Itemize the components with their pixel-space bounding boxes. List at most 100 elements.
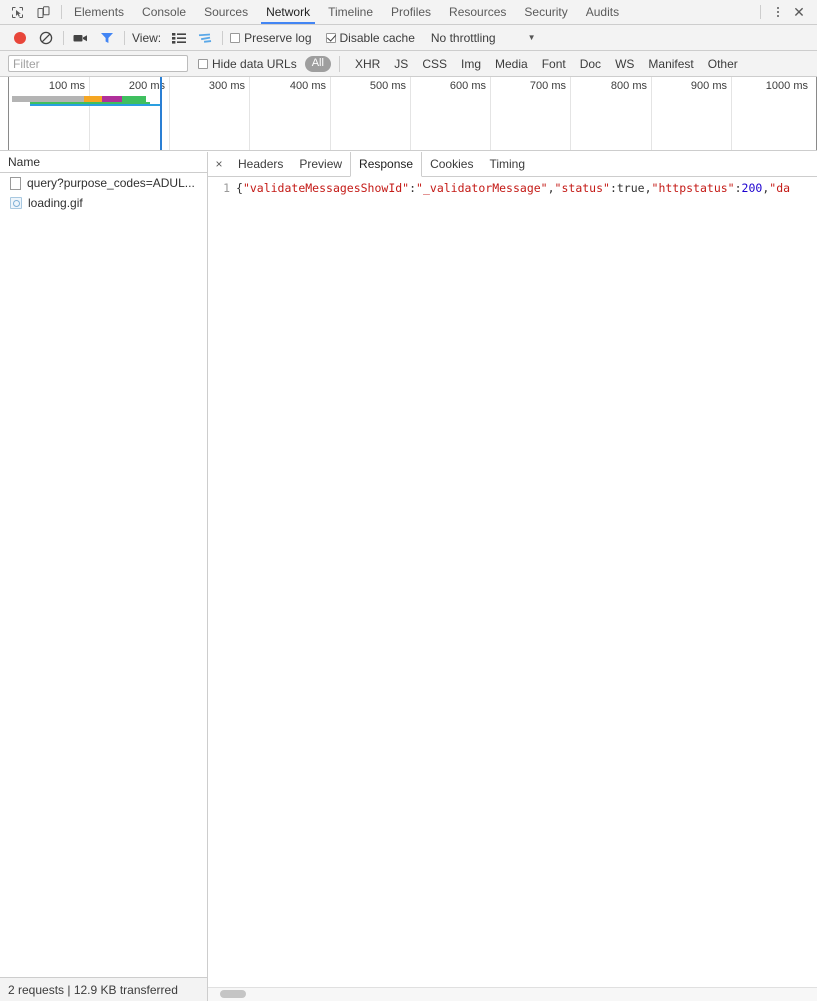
preserve-log-checkbox[interactable]: Preserve log: [230, 31, 312, 45]
tab-resources[interactable]: Resources: [440, 0, 515, 24]
kebab-menu-icon[interactable]: [769, 1, 787, 23]
filter-type-font[interactable]: Font: [542, 57, 566, 71]
hide-data-urls-box: [198, 58, 208, 69]
response-horizontal-scrollbar[interactable]: [208, 987, 817, 1001]
response-json-text: {"validateMessagesShowId":"_validatorMes…: [236, 180, 790, 196]
detail-tab-headers[interactable]: Headers: [230, 152, 291, 176]
overview-tick-900ms: 900 ms: [690, 80, 727, 92]
overview-left-edge: [8, 77, 9, 150]
waterfall-view-icon[interactable]: [193, 27, 217, 49]
request-row-loading-gif[interactable]: loading.gif: [0, 193, 207, 213]
request-row-query[interactable]: query?purpose_codes=ADUL...: [0, 173, 207, 193]
tab-security-label: Security: [524, 5, 568, 19]
overview-tick-200ms: 200 ms: [128, 80, 165, 92]
request-list-header[interactable]: Name: [0, 152, 207, 173]
overview-gridline: [570, 77, 571, 150]
filter-funnel-icon[interactable]: [95, 27, 119, 49]
json-token-key: "status": [554, 181, 610, 195]
detail-tabbar: × Headers Preview Response Cookies Timin…: [208, 152, 817, 177]
filter-divider: [338, 55, 340, 72]
tab-profiles-label: Profiles: [391, 5, 432, 19]
overview-tick-800ms: 800 ms: [610, 80, 647, 92]
clear-icon[interactable]: [34, 27, 58, 49]
network-toolbar: View: Preserve log Disable cache No thro…: [0, 25, 817, 51]
hide-data-urls-label: Hide data URLs: [212, 56, 297, 71]
json-token-punct: :: [734, 181, 742, 195]
throttling-dropdown[interactable]: No throttling ▼: [431, 31, 536, 45]
tab-profiles[interactable]: Profiles: [382, 0, 440, 24]
filter-type-other[interactable]: Other: [708, 57, 738, 71]
filter-bar: Hide data URLs All XHR JS CSS Img Media …: [0, 51, 817, 77]
filter-type-media[interactable]: Media: [495, 57, 528, 71]
detail-tab-response[interactable]: Response: [350, 152, 423, 177]
detail-close-icon[interactable]: ×: [208, 152, 230, 176]
list-view-icon[interactable]: [167, 27, 191, 49]
json-token-punct: ,: [547, 181, 555, 195]
tab-audits-label: Audits: [585, 5, 620, 19]
json-token-punct: ,: [644, 181, 652, 195]
json-token-punct: :: [609, 181, 617, 195]
chevron-down-icon: ▼: [527, 33, 536, 42]
json-token-key: "validateMessagesShowId": [242, 181, 410, 195]
json-token-key: "httpstatus": [651, 181, 735, 195]
close-icon[interactable]: ✕: [789, 1, 809, 23]
filter-input[interactable]: [8, 55, 188, 72]
column-header-name: Name: [8, 155, 41, 169]
detail-tab-response-label: Response: [359, 156, 414, 171]
panel-tabs: Elements Console Sources Network Timelin…: [65, 0, 754, 24]
tabbar-left-icons: [0, 0, 58, 24]
inspect-cursor-icon[interactable]: [6, 1, 28, 23]
tab-network-label: Network: [266, 5, 311, 19]
filter-type-img[interactable]: Img: [461, 57, 481, 71]
disable-cache-checkbox[interactable]: Disable cache: [325, 31, 415, 45]
scrollbar-thumb[interactable]: [220, 990, 246, 998]
filter-type-js[interactable]: JS: [394, 57, 408, 71]
filter-type-ws[interactable]: WS: [615, 57, 634, 71]
tab-elements[interactable]: Elements: [65, 0, 133, 24]
device-toolbar-icon[interactable]: [32, 1, 54, 23]
filter-type-css[interactable]: CSS: [422, 57, 447, 71]
tab-console[interactable]: Console: [133, 0, 195, 24]
request-name: loading.gif: [28, 196, 83, 210]
tab-security[interactable]: Security: [515, 0, 576, 24]
detail-tab-preview-label: Preview: [299, 157, 343, 171]
document-icon: [10, 176, 21, 190]
overview-gridline: [410, 77, 411, 150]
overview-tick-100ms: 100 ms: [48, 80, 85, 92]
tab-sources[interactable]: Sources: [195, 0, 257, 24]
tab-network[interactable]: Network: [257, 0, 319, 24]
json-token-bool: true: [616, 181, 645, 195]
overview-gridline: [731, 77, 732, 150]
tab-resources-label: Resources: [449, 5, 507, 19]
camera-icon[interactable]: [69, 27, 93, 49]
filter-type-xhr[interactable]: XHR: [355, 57, 380, 71]
json-token-punct: {: [236, 181, 243, 195]
detail-tab-timing[interactable]: Timing: [481, 152, 533, 176]
detail-tab-cookies[interactable]: Cookies: [422, 152, 481, 176]
status-summary-text: 2 requests | 12.9 KB transferred: [8, 982, 178, 997]
tab-audits[interactable]: Audits: [577, 0, 628, 24]
filter-type-manifest[interactable]: Manifest: [648, 57, 693, 71]
tab-console-label: Console: [142, 5, 187, 19]
filter-type-all[interactable]: All: [304, 55, 331, 72]
tabbar-divider: [61, 5, 62, 19]
line-number: 1: [223, 181, 230, 195]
tab-timeline[interactable]: Timeline: [319, 0, 382, 24]
request-list: query?purpose_codes=ADUL... loading.gif: [0, 173, 207, 977]
filter-type-doc[interactable]: Doc: [580, 57, 601, 71]
network-overview-timeline[interactable]: 100 ms 200 ms 300 ms 400 ms 500 ms 600 m…: [0, 77, 817, 151]
request-name: query?purpose_codes=ADUL...: [27, 176, 195, 190]
view-label: View:: [132, 30, 162, 45]
request-list-pane: Name query?purpose_codes=ADUL... loading…: [0, 152, 208, 1001]
record-button-icon[interactable]: [8, 27, 32, 49]
overview-gridline: [330, 77, 331, 150]
overview-tick-400ms: 400 ms: [289, 80, 326, 92]
response-code-line: 1 {"validateMessagesShowId":"_validatorM…: [208, 177, 817, 196]
overview-load-event-bar: [30, 104, 160, 106]
response-body-viewer[interactable]: 1 {"validateMessagesShowId":"_validatorM…: [208, 177, 817, 987]
overview-tick-700ms: 700 ms: [529, 80, 566, 92]
detail-tab-preview[interactable]: Preview: [291, 152, 350, 176]
hide-data-urls-checkbox[interactable]: Hide data URLs: [198, 57, 297, 71]
request-detail-pane: × Headers Preview Response Cookies Timin…: [208, 152, 817, 1001]
toolbar-divider-3: [222, 30, 224, 45]
